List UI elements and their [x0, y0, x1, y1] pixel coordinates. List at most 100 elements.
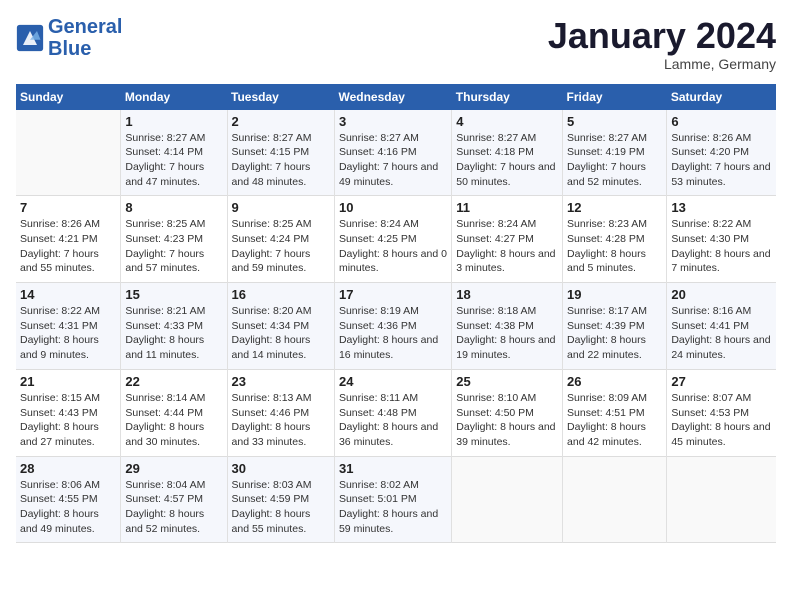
sunrise-text: Sunrise: 8:23 AM — [567, 218, 647, 230]
calendar-table: Sunday Monday Tuesday Wednesday Thursday… — [16, 84, 776, 544]
calendar-cell: 18 Sunrise: 8:18 AM Sunset: 4:38 PM Dayl… — [452, 283, 563, 370]
day-number: 21 — [20, 374, 116, 389]
daylight-text: Daylight: 8 hours and 7 minutes. — [671, 248, 770, 275]
calendar-cell: 29 Sunrise: 8:04 AM Sunset: 4:57 PM Dayl… — [121, 456, 227, 543]
day-number: 17 — [339, 287, 447, 302]
sunrise-text: Sunrise: 8:27 AM — [456, 132, 536, 144]
col-wednesday: Wednesday — [334, 84, 451, 110]
day-number: 28 — [20, 461, 116, 476]
day-number: 3 — [339, 114, 447, 129]
calendar-cell: 25 Sunrise: 8:10 AM Sunset: 4:50 PM Dayl… — [452, 369, 563, 456]
daylight-text: Daylight: 8 hours and 14 minutes. — [232, 334, 311, 361]
daylight-text: Daylight: 8 hours and 55 minutes. — [232, 508, 311, 535]
sunset-text: Sunset: 4:57 PM — [125, 493, 203, 505]
sunset-text: Sunset: 4:38 PM — [456, 320, 534, 332]
sunrise-text: Sunrise: 8:18 AM — [456, 305, 536, 317]
sunrise-text: Sunrise: 8:25 AM — [232, 218, 312, 230]
daylight-text: Daylight: 8 hours and 59 minutes. — [339, 508, 438, 535]
day-number: 22 — [125, 374, 222, 389]
calendar-header: Sunday Monday Tuesday Wednesday Thursday… — [16, 84, 776, 110]
calendar-cell: 22 Sunrise: 8:14 AM Sunset: 4:44 PM Dayl… — [121, 369, 227, 456]
sunrise-text: Sunrise: 8:20 AM — [232, 305, 312, 317]
sunrise-text: Sunrise: 8:04 AM — [125, 479, 205, 491]
day-number: 23 — [232, 374, 330, 389]
daylight-text: Daylight: 8 hours and 22 minutes. — [567, 334, 646, 361]
sunrise-text: Sunrise: 8:22 AM — [20, 305, 100, 317]
sunset-text: Sunset: 4:14 PM — [125, 146, 203, 158]
col-friday: Friday — [563, 84, 667, 110]
daylight-text: Daylight: 7 hours and 48 minutes. — [232, 161, 311, 188]
sunrise-text: Sunrise: 8:27 AM — [125, 132, 205, 144]
day-info: Sunrise: 8:27 AM Sunset: 4:18 PM Dayligh… — [456, 131, 558, 190]
day-number: 31 — [339, 461, 447, 476]
day-info: Sunrise: 8:22 AM Sunset: 4:30 PM Dayligh… — [671, 217, 772, 276]
sunset-text: Sunset: 4:15 PM — [232, 146, 310, 158]
sunrise-text: Sunrise: 8:27 AM — [232, 132, 312, 144]
daylight-text: Daylight: 8 hours and 36 minutes. — [339, 421, 438, 448]
day-number: 25 — [456, 374, 558, 389]
sunrise-text: Sunrise: 8:16 AM — [671, 305, 751, 317]
day-info: Sunrise: 8:20 AM Sunset: 4:34 PM Dayligh… — [232, 304, 330, 363]
calendar-cell: 8 Sunrise: 8:25 AM Sunset: 4:23 PM Dayli… — [121, 196, 227, 283]
daylight-text: Daylight: 8 hours and 16 minutes. — [339, 334, 438, 361]
calendar-cell: 30 Sunrise: 8:03 AM Sunset: 4:59 PM Dayl… — [227, 456, 334, 543]
day-number: 7 — [20, 200, 116, 215]
day-number: 12 — [567, 200, 662, 215]
calendar-cell — [667, 456, 776, 543]
sunrise-text: Sunrise: 8:11 AM — [339, 392, 418, 404]
sunset-text: Sunset: 4:23 PM — [125, 233, 203, 245]
calendar-cell: 16 Sunrise: 8:20 AM Sunset: 4:34 PM Dayl… — [227, 283, 334, 370]
sunrise-text: Sunrise: 8:14 AM — [125, 392, 205, 404]
calendar-cell — [563, 456, 667, 543]
daylight-text: Daylight: 7 hours and 53 minutes. — [671, 161, 770, 188]
day-number: 15 — [125, 287, 222, 302]
day-info: Sunrise: 8:24 AM Sunset: 4:27 PM Dayligh… — [456, 217, 558, 276]
sunset-text: Sunset: 4:30 PM — [671, 233, 749, 245]
sunset-text: Sunset: 4:34 PM — [232, 320, 310, 332]
day-info: Sunrise: 8:27 AM Sunset: 4:16 PM Dayligh… — [339, 131, 447, 190]
calendar-cell: 4 Sunrise: 8:27 AM Sunset: 4:18 PM Dayli… — [452, 110, 563, 196]
day-number: 4 — [456, 114, 558, 129]
day-info: Sunrise: 8:09 AM Sunset: 4:51 PM Dayligh… — [567, 391, 662, 450]
calendar-week-2: 7 Sunrise: 8:26 AM Sunset: 4:21 PM Dayli… — [16, 196, 776, 283]
day-info: Sunrise: 8:21 AM Sunset: 4:33 PM Dayligh… — [125, 304, 222, 363]
sunrise-text: Sunrise: 8:09 AM — [567, 392, 647, 404]
day-info: Sunrise: 8:19 AM Sunset: 4:36 PM Dayligh… — [339, 304, 447, 363]
day-number: 29 — [125, 461, 222, 476]
day-info: Sunrise: 8:11 AM Sunset: 4:48 PM Dayligh… — [339, 391, 447, 450]
day-info: Sunrise: 8:26 AM Sunset: 4:21 PM Dayligh… — [20, 217, 116, 276]
logo-line1: General — [48, 16, 122, 38]
sunset-text: Sunset: 4:25 PM — [339, 233, 417, 245]
day-info: Sunrise: 8:02 AM Sunset: 5:01 PM Dayligh… — [339, 478, 447, 537]
page-header: General Blue January 2024 Lamme, Germany — [16, 16, 776, 72]
calendar-cell: 28 Sunrise: 8:06 AM Sunset: 4:55 PM Dayl… — [16, 456, 121, 543]
day-number: 2 — [232, 114, 330, 129]
daylight-text: Daylight: 8 hours and 0 minutes. — [339, 248, 447, 275]
sunset-text: Sunset: 5:01 PM — [339, 493, 417, 505]
day-info: Sunrise: 8:16 AM Sunset: 4:41 PM Dayligh… — [671, 304, 772, 363]
daylight-text: Daylight: 7 hours and 49 minutes. — [339, 161, 438, 188]
daylight-text: Daylight: 8 hours and 30 minutes. — [125, 421, 204, 448]
day-info: Sunrise: 8:22 AM Sunset: 4:31 PM Dayligh… — [20, 304, 116, 363]
day-number: 6 — [671, 114, 772, 129]
sunset-text: Sunset: 4:59 PM — [232, 493, 310, 505]
day-number: 1 — [125, 114, 222, 129]
day-number: 19 — [567, 287, 662, 302]
daylight-text: Daylight: 8 hours and 39 minutes. — [456, 421, 555, 448]
sunrise-text: Sunrise: 8:21 AM — [125, 305, 205, 317]
sunrise-text: Sunrise: 8:13 AM — [232, 392, 312, 404]
daylight-text: Daylight: 7 hours and 57 minutes. — [125, 248, 204, 275]
location-subtitle: Lamme, Germany — [548, 56, 776, 72]
month-title: January 2024 — [548, 16, 776, 56]
day-number: 14 — [20, 287, 116, 302]
sunrise-text: Sunrise: 8:27 AM — [339, 132, 419, 144]
sunrise-text: Sunrise: 8:24 AM — [339, 218, 419, 230]
sunrise-text: Sunrise: 8:03 AM — [232, 479, 312, 491]
day-info: Sunrise: 8:27 AM Sunset: 4:14 PM Dayligh… — [125, 131, 222, 190]
sunrise-text: Sunrise: 8:26 AM — [20, 218, 100, 230]
day-number: 11 — [456, 200, 558, 215]
logo-text: General Blue — [48, 16, 122, 60]
sunset-text: Sunset: 4:28 PM — [567, 233, 645, 245]
sunset-text: Sunset: 4:19 PM — [567, 146, 645, 158]
day-number: 30 — [232, 461, 330, 476]
